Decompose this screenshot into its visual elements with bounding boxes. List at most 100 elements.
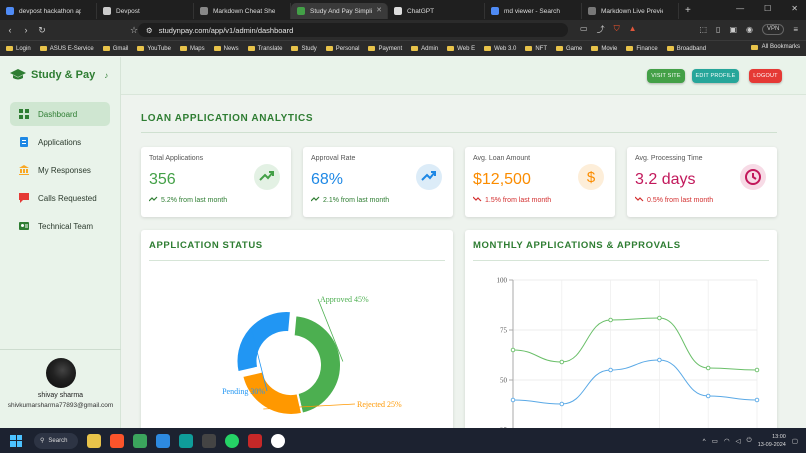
battery-icon[interactable]: ▭ (712, 437, 718, 445)
browser-tab[interactable]: Study And Pay Simplif ✕ (291, 3, 388, 19)
bookmark-item[interactable]: Translate (247, 46, 282, 52)
rewards-icon[interactable]: ▲ (629, 24, 637, 35)
bookmark-item[interactable]: ASUS E-Service (39, 45, 94, 52)
extensions-icon[interactable]: ⬚ (699, 25, 707, 34)
bookmark-label: Payment (378, 45, 403, 52)
logout-button[interactable]: LOGOUT (749, 69, 782, 83)
game-app-icon[interactable] (133, 433, 147, 448)
bookmark-item[interactable]: Game (556, 46, 582, 52)
reload-icon[interactable]: ↻ (36, 25, 48, 36)
bookmark-item[interactable]: Broadband (666, 46, 706, 52)
bookmark-item[interactable]: Maps (179, 46, 205, 52)
avatar[interactable] (45, 358, 76, 388)
stat-change-text: 5.2% from last month (161, 196, 228, 204)
bookmark-item[interactable]: Personal (325, 46, 359, 52)
data-point[interactable] (510, 397, 516, 403)
browser-tab[interactable]: Markdown Cheat Sheet | M (194, 3, 291, 19)
filezilla-icon[interactable] (248, 433, 262, 448)
volume-icon[interactable]: ◁ (736, 437, 741, 445)
sidebar-item-applications[interactable]: Applications (10, 130, 110, 154)
bookmark-item[interactable]: News (213, 46, 239, 52)
bookmark-item[interactable]: Login (6, 46, 31, 52)
cast-icon[interactable]: ▭ (580, 24, 588, 35)
menu-icon[interactable]: ≡ (793, 25, 798, 34)
data-point[interactable] (608, 367, 613, 373)
wifi-icon[interactable]: ◠ (724, 437, 730, 445)
clock[interactable]: 13:00 13-09-2024 (758, 433, 786, 449)
bookmark-label: YouTube (147, 45, 171, 52)
data-point[interactable] (705, 393, 711, 399)
minimize-icon[interactable]: — (736, 4, 744, 13)
donut-slice[interactable] (292, 314, 342, 415)
bookmark-item[interactable]: Web 3.0 (484, 46, 516, 52)
whatsapp-icon[interactable] (225, 433, 239, 448)
data-point[interactable] (510, 347, 516, 353)
system-tray: ^ ▭ ◠ ◁ ⏻ 13:00 13-09-2024 ▢ (703, 433, 798, 449)
visit-site-button[interactable]: VISIT SITE (647, 69, 685, 83)
browser-tab[interactable]: Markdown Live Preview (582, 3, 679, 19)
browser-tab[interactable]: ChatGPT (388, 3, 485, 19)
bookmark-item[interactable]: Web E (447, 46, 475, 52)
sidebar-icon[interactable]: ▯ (716, 25, 720, 34)
music-note-icon: ♪ (104, 70, 109, 80)
brave-browser-icon[interactable] (110, 433, 124, 448)
file-explorer-icon[interactable] (87, 433, 101, 448)
data-point[interactable] (657, 315, 662, 321)
site-info-icon[interactable]: ⚙ (146, 26, 153, 35)
close-tab-icon[interactable]: ✕ (376, 6, 382, 14)
tray-chevron-icon[interactable]: ^ (703, 438, 706, 445)
edit-profile-button[interactable]: EDIT PROFILE (692, 69, 739, 83)
windows-start-icon[interactable] (10, 434, 22, 447)
taskbar-search-label: Search (48, 437, 68, 444)
sidebar-item-technical-team[interactable]: Technical Team (10, 214, 110, 238)
terminal-icon[interactable] (202, 433, 216, 448)
chatgpt-app-icon[interactable] (271, 433, 285, 448)
stat-value: 356 (149, 171, 176, 188)
share-icon[interactable]: ⤴ (597, 24, 605, 35)
vscode-icon[interactable] (156, 433, 170, 448)
bookmark-label: ASUS E-Service (49, 45, 94, 52)
vpn-button[interactable]: VPN (761, 24, 785, 35)
sidebar-item-my-responses[interactable]: My Responses (10, 158, 110, 182)
profile-icon[interactable]: ◉ (746, 25, 753, 34)
bookmark-item[interactable]: Movie (591, 46, 617, 52)
data-point[interactable] (705, 365, 711, 371)
back-icon[interactable]: ‹ (4, 25, 16, 35)
folder-icon (368, 46, 376, 51)
bookmark-item[interactable]: Gmail (102, 46, 128, 52)
taskbar-search[interactable]: ⚲ Search (34, 432, 78, 449)
bookmark-item[interactable]: YouTube (137, 46, 171, 52)
url-field[interactable]: ⚙ studynpay.com/app/v1/admin/dashboard (138, 23, 568, 37)
bookmark-item[interactable]: Payment (368, 46, 402, 52)
data-point[interactable] (559, 401, 565, 407)
data-point[interactable] (608, 317, 613, 323)
brave-shield-icon[interactable]: ⛉ (614, 24, 620, 35)
browser-tab[interactable]: Devpost (97, 3, 194, 19)
bookmark-item[interactable]: Study (291, 46, 317, 52)
notification-icon[interactable]: ▢ (792, 437, 798, 445)
data-point[interactable] (754, 397, 760, 403)
sidebar-item-calls-requested[interactable]: Calls Requested (10, 186, 110, 210)
donut-slice[interactable] (235, 310, 293, 374)
edge-icon[interactable] (179, 433, 193, 448)
close-window-icon[interactable]: ✕ (791, 4, 798, 13)
calls-icon (19, 193, 29, 203)
power-icon[interactable]: ⏻ (747, 437, 752, 445)
browser-tab[interactable]: devpost hackathon apply (0, 3, 97, 19)
data-point[interactable] (559, 359, 565, 365)
wallet-icon[interactable]: ▣ (729, 25, 737, 34)
sidebar-item-dashboard[interactable]: Dashboard (10, 102, 110, 126)
all-bookmarks[interactable]: All Bookmarks (750, 44, 800, 50)
tab-favicon-icon (491, 7, 499, 15)
data-point[interactable] (754, 367, 760, 373)
bookmark-item[interactable]: NFT (525, 46, 547, 52)
new-tab-icon[interactable]: + (685, 5, 691, 16)
browser-tab[interactable]: md viewer - Search (485, 3, 582, 19)
bookmark-label: Movie (601, 45, 618, 52)
forward-icon[interactable]: › (20, 25, 32, 35)
bookmark-item[interactable]: Finance (626, 46, 658, 52)
data-point[interactable] (657, 357, 662, 363)
bookmark-item[interactable]: Admin (411, 46, 438, 52)
maximize-icon[interactable]: ☐ (764, 4, 771, 13)
brand[interactable]: Study & Pay ♪ (10, 69, 108, 81)
